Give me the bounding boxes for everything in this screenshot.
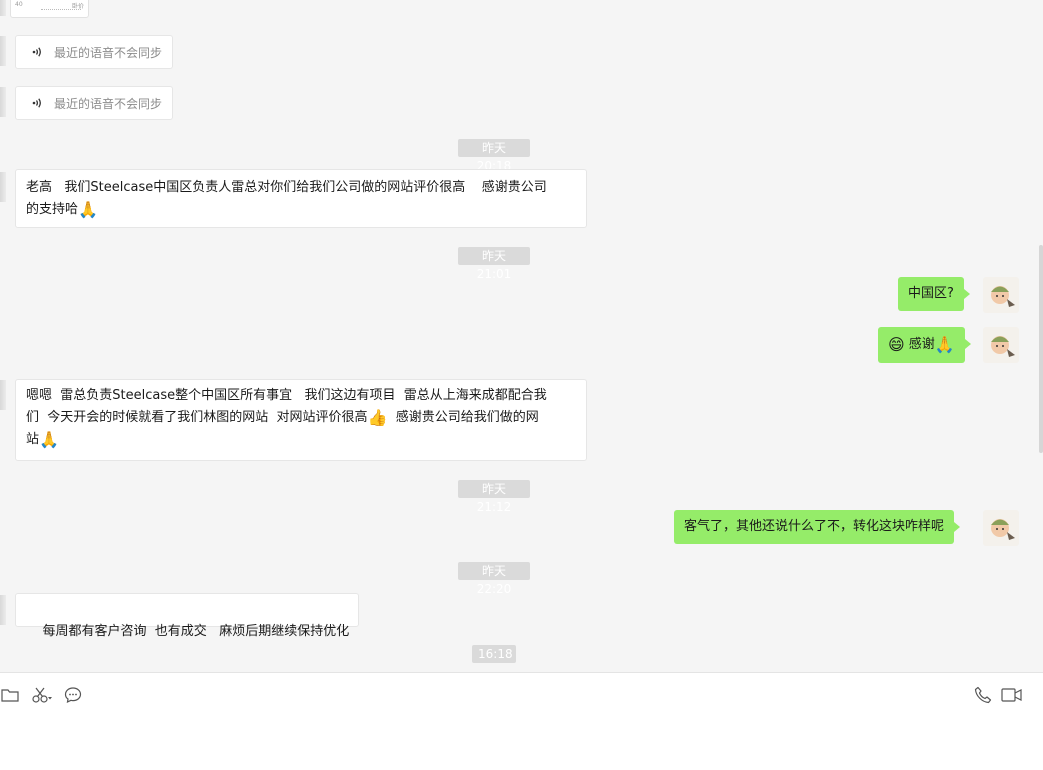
folded-hands-emoji: 🙏 [39,430,59,449]
thumbs-up-emoji: 👍 [367,408,388,427]
message-line: 嗯嗯 雷总负责Steelcase整个中国区所有事宜 我们这边有项目 雷总从上海来… [26,388,547,403]
scissors-icon[interactable] [31,685,53,705]
contact-avatar[interactable] [0,595,6,625]
my-avatar[interactable] [983,327,1019,363]
chat-scrollbar[interactable] [1039,245,1043,453]
voice-message[interactable]: 最近的语音不会同步 [15,35,174,69]
outgoing-message[interactable]: 客气了，其他还说什么了不，转化这块咋样呢 [674,510,961,544]
contact-avatar[interactable] [0,87,6,117]
message-line: 老高 我们Steelcase中国区负责人雷总对你们给我们公司做的网站评价很高 感… [26,180,547,195]
message-line: 感谢贵公司给我们做的网 [387,410,539,425]
message-text: 每周都有客户咨询 也有成交 麻烦后期继续保持优化 [42,624,350,639]
message-text: 客气了，其他还说什么了不，转化这块咋样呢 [684,519,945,534]
my-avatar[interactable] [983,510,1019,546]
contact-avatar[interactable] [0,172,6,202]
message-composer[interactable] [0,672,1043,770]
voice-message-text: 最近的语音不会同步 [54,96,163,111]
contact-avatar[interactable] [0,380,6,410]
message-line: 的支持哈 [26,202,79,217]
timestamp: 昨天 21:12 [458,480,530,514]
chat-message-area[interactable]: 40 卧价 最近的语音不会同步 最近的语音不会同步 昨天 20:18 老高 我们… [0,0,1043,672]
voice-wave-icon [30,44,46,60]
video-call-icon[interactable] [1001,685,1023,705]
message-line: 站 [26,432,40,447]
message-text: 感谢 [908,337,935,352]
voice-message[interactable]: 最近的语音不会同步 [15,86,174,120]
timestamp: 昨天 22:20 [458,562,530,596]
phone-icon[interactable] [973,685,993,705]
incoming-message[interactable]: 嗯嗯 雷总负责Steelcase整个中国区所有事宜 我们这边有项目 雷总从上海来… [15,379,587,461]
folder-icon[interactable] [0,685,20,705]
outgoing-message[interactable]: 中国区? [898,277,970,311]
my-avatar[interactable] [983,277,1019,313]
folded-hands-emoji: 🙏 [934,335,955,354]
timestamp: 昨天 20:18 [458,139,530,173]
message-text: 中国区? [908,286,954,301]
voice-message-text: 最近的语音不会同步 [54,45,163,60]
card-right-text: 卧价 [71,3,84,10]
card-left-text: 40 [15,1,23,8]
incoming-message[interactable]: 每周都有客户咨询 也有成交 麻烦后期继续保持优化 [15,593,360,639]
folded-hands-emoji: 🙏 [78,200,98,219]
incoming-message[interactable]: 老高 我们Steelcase中国区负责人雷总对你们给我们公司做的网站评价很高 感… [15,169,587,228]
message-line: 们 今天开会的时候就看了我们林图的网站 对网站评价很高 [26,410,368,425]
outgoing-message[interactable]: 😄 感谢 🙏 [878,327,971,363]
timestamp: 昨天 21:01 [458,247,530,281]
baby-avatar-icon [991,519,1015,540]
contact-avatar[interactable] [0,36,6,66]
contact-avatar[interactable] [0,0,6,16]
voice-wave-icon [30,95,46,111]
baby-avatar-icon [991,286,1015,307]
smiling-face-emoji: 😄 [888,335,905,354]
timestamp: 16:18 [472,645,516,663]
shared-card-message[interactable]: 40 卧价 [10,0,89,18]
baby-avatar-icon [991,336,1015,357]
chat-bubble-icon[interactable] [63,685,83,705]
